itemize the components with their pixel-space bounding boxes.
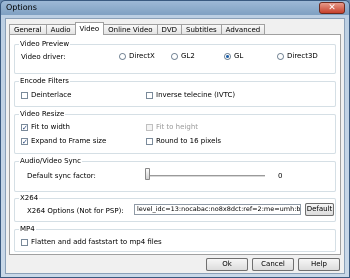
fit-to-height-check-box[interactable] <box>146 123 153 131</box>
close-icon: ✕ <box>328 3 336 13</box>
x264-options-input[interactable]: level_idc=13:nocabac:no8x8dct:ref=2:me=u… <box>134 204 301 215</box>
x264-group: X264 X264 Options (Not for PSP): level_i… <box>14 194 336 222</box>
round-to-16-check-box[interactable] <box>146 137 153 145</box>
faststart-checkbox[interactable]: Flatten and add faststart to mp4 files <box>21 238 162 246</box>
inverse-telecine-checkbox[interactable]: Inverse telecine (IVTC) <box>146 91 235 99</box>
radio-directx-label: DirectX <box>129 52 155 60</box>
video-preview-group: Video Preview Video driver: DirectX GL2 … <box>14 40 336 74</box>
deinterlace-check-box[interactable] <box>21 91 28 99</box>
help-button[interactable]: Help <box>298 258 340 271</box>
faststart-label: Flatten and add faststart to mp4 files <box>31 238 162 246</box>
video-preview-title: Video Preview <box>19 40 71 48</box>
radio-direct3d-button[interactable] <box>277 52 284 60</box>
round-to-16-label: Round to 16 pixels <box>156 137 221 145</box>
mp4-title: MP4 <box>19 225 36 233</box>
ok-button[interactable]: Ok <box>206 258 248 271</box>
sync-slider-thumb[interactable] <box>145 168 150 180</box>
fit-to-width-label: Fit to width <box>31 123 70 131</box>
radio-directx[interactable]: DirectX <box>119 52 155 60</box>
video-resize-group: Video Resize ✓ Fit to width Fit to height… <box>14 110 336 154</box>
video-tab-panel: Video Preview Video driver: DirectX GL2 … <box>9 34 341 255</box>
radio-directx-button[interactable] <box>119 52 126 60</box>
fit-to-width-checkbox[interactable]: ✓ Fit to width <box>21 123 70 131</box>
x264-title: X264 <box>19 194 40 202</box>
encode-filters-title: Encode Filters <box>19 77 70 85</box>
x264-options-label: X264 Options (Not for PSP): <box>27 207 124 215</box>
inverse-telecine-check-box[interactable] <box>146 91 153 99</box>
window-title: Options <box>6 3 37 12</box>
fit-to-height-label: Fit to height <box>156 123 198 131</box>
inverse-telecine-label: Inverse telecine (IVTC) <box>156 91 236 99</box>
radio-gl-label: GL <box>234 52 244 60</box>
expand-to-frame-checkbox[interactable]: ✓ Expand to Frame size <box>21 137 106 145</box>
encode-filters-group: Encode Filters Deinterlace Inverse telec… <box>14 77 336 107</box>
video-resize-title: Video Resize <box>19 110 66 118</box>
expand-to-frame-check-box[interactable]: ✓ <box>21 137 28 145</box>
sync-factor-value: 0 <box>278 172 283 180</box>
round-to-16-checkbox[interactable]: Round to 16 pixels <box>146 137 221 145</box>
radio-gl-button[interactable] <box>224 52 231 60</box>
radio-gl2-label: GL2 <box>181 52 195 60</box>
sync-factor-label: Default sync factor: <box>27 172 96 180</box>
deinterlace-checkbox[interactable]: Deinterlace <box>21 91 71 99</box>
default-button[interactable]: Default <box>305 203 334 216</box>
expand-to-frame-label: Expand to Frame size <box>31 137 107 145</box>
close-button[interactable]: ✕ <box>319 2 345 14</box>
av-sync-title: Audio/Video Sync <box>19 157 82 165</box>
sync-slider-track[interactable] <box>148 175 265 177</box>
radio-gl2[interactable]: GL2 <box>171 52 195 60</box>
radio-gl2-button[interactable] <box>171 52 178 60</box>
radio-direct3d-label: Direct3D <box>287 52 318 60</box>
radio-gl[interactable]: GL <box>224 52 243 60</box>
fit-to-width-check-box[interactable]: ✓ <box>21 123 28 131</box>
tab-video[interactable]: Video <box>74 22 105 35</box>
deinterlace-label: Deinterlace <box>31 91 72 99</box>
video-driver-label: Video driver: <box>21 53 66 61</box>
av-sync-group: Audio/Video Sync Default sync factor: 0 <box>14 157 336 192</box>
cancel-button[interactable]: Cancel <box>252 258 294 271</box>
options-window: Options ✕ General Audio Video Online Vid… <box>0 0 350 278</box>
faststart-check-box[interactable] <box>21 238 28 246</box>
dialog-client: General Audio Video Online Video DVD Sub… <box>5 18 345 274</box>
fit-to-height-checkbox[interactable]: Fit to height <box>146 123 198 131</box>
title-bar[interactable]: Options ✕ <box>1 1 349 17</box>
radio-direct3d[interactable]: Direct3D <box>277 52 318 60</box>
mp4-group: MP4 Flatten and add faststart to mp4 fil… <box>14 225 336 252</box>
